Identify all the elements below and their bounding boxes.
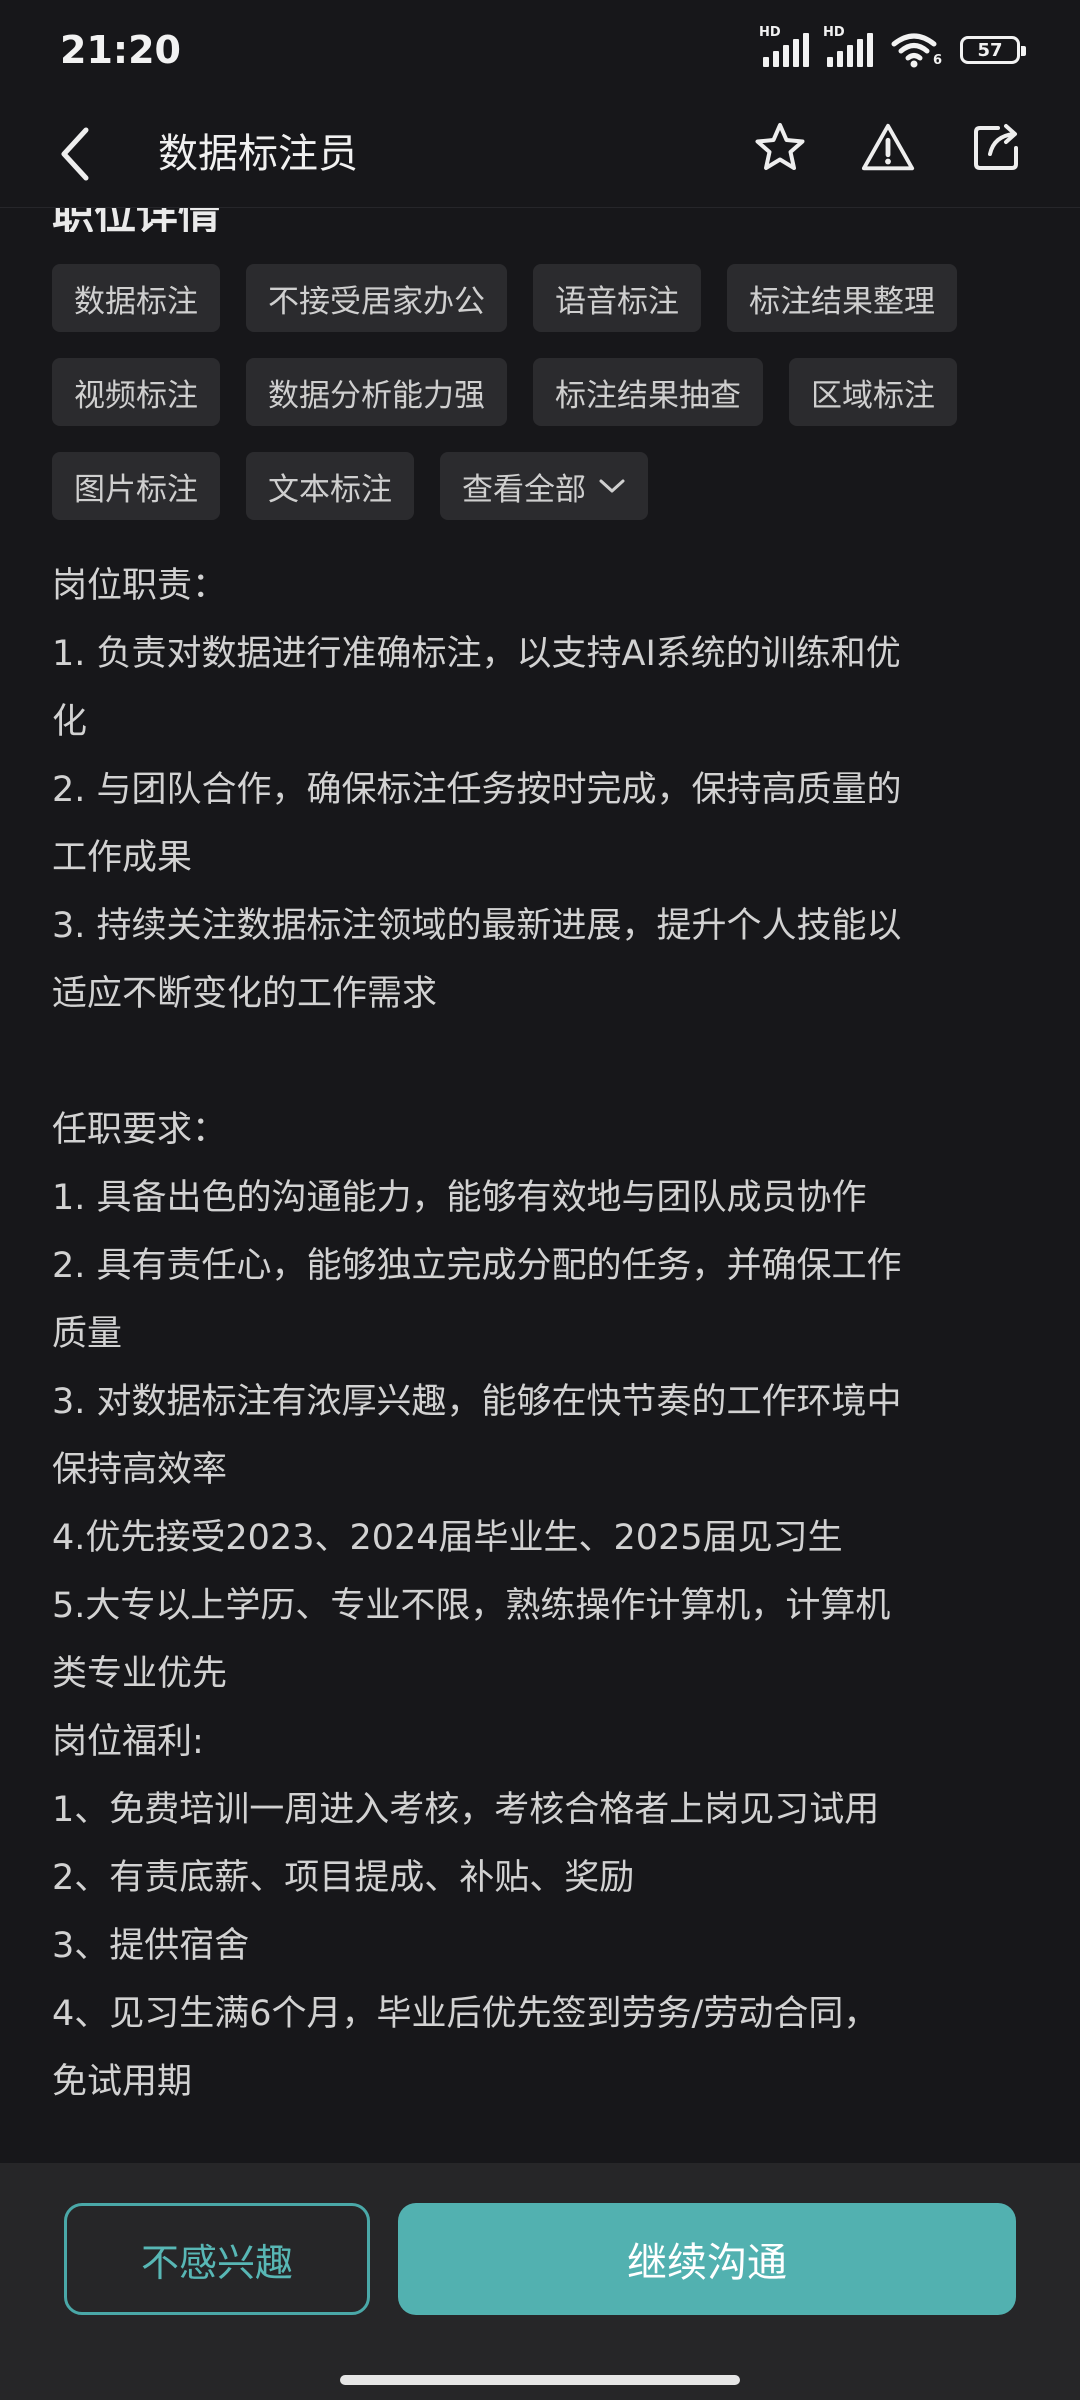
status-icons: HD HD 6 57 — [759, 25, 1026, 68]
tag: 语音标注 — [533, 264, 701, 332]
tag-row: 数据标注 不接受居家办公 语音标注 标注结果整理 — [52, 264, 1032, 332]
benefit-line: 4、见习生满6个月，毕业后优先签到劳务/劳动合同， — [52, 1994, 879, 2034]
tag-row: 图片标注 文本标注 查看全部 — [52, 452, 1032, 520]
tag: 不接受居家办公 — [246, 264, 507, 332]
back-icon[interactable] — [56, 122, 116, 186]
tag: 图片标注 — [52, 452, 220, 520]
continue-chat-button[interactable]: 继续沟通 — [398, 2203, 1016, 2315]
benefit-line: 3、提供宿舍 — [52, 1926, 250, 1966]
benefits-title: 岗位福利: — [52, 1722, 204, 1762]
requirement-line: 2. 具有责任心，能够独立完成分配的任务，并确保工作 — [52, 1246, 902, 1286]
benefit-line: 1、免费培训一周进入考核，考核合格者上岗见习试用 — [52, 1790, 880, 1830]
requirements-title: 任职要求： — [52, 1110, 228, 1150]
duty-line: 适应不断变化的工作需求 — [52, 974, 438, 1014]
wifi-icon: 6 — [891, 32, 942, 68]
tag: 区域标注 — [789, 358, 957, 426]
tag: 标注结果整理 — [727, 264, 957, 332]
chevron-down-icon — [598, 477, 626, 495]
home-indicator[interactable] — [340, 2375, 740, 2385]
battery-icon: 57 — [960, 36, 1026, 64]
signal-icon: HD — [759, 25, 809, 67]
requirement-line: 3. 对数据标注有浓厚兴趣，能够在快节奏的工作环境中 — [52, 1382, 902, 1422]
share-icon[interactable] — [968, 118, 1024, 178]
tag: 标注结果抽查 — [533, 358, 763, 426]
tag: 视频标注 — [52, 358, 220, 426]
duty-line: 3. 持续关注数据标注领域的最新进展，提升个人技能以 — [52, 906, 902, 946]
tag: 数据标注 — [52, 264, 220, 332]
page-title: 数据标注员 — [158, 131, 358, 177]
benefit-line: 免试用期 — [52, 2062, 193, 2102]
benefit-line: 2、有责底薪、项目提成、补贴、奖励 — [52, 1858, 635, 1898]
signal-icon-2: HD — [823, 25, 873, 67]
view-all-label: 查看全部 — [462, 471, 586, 508]
tag: 文本标注 — [246, 452, 414, 520]
duty-line: 工作成果 — [52, 838, 193, 878]
star-icon[interactable] — [752, 118, 808, 178]
duties-title: 岗位职责： — [52, 566, 228, 606]
status-bar: 21:20 HD HD 6 57 — [0, 0, 1080, 100]
duty-line: 1. 负责对数据进行准确标注，以支持AI系统的训练和优 — [52, 634, 901, 674]
duty-line: 化 — [52, 702, 88, 742]
job-description: 岗位职责： 1. 负责对数据进行准确标注，以支持AI系统的训练和优 化 2. 与… — [52, 552, 1032, 2116]
duty-line: 2. 与团队合作，确保标注任务按时完成，保持高质量的 — [52, 770, 902, 810]
requirement-line: 类专业优先 — [52, 1654, 228, 1694]
skill-tags: 数据标注 不接受居家办公 语音标注 标注结果整理 视频标注 数据分析能力强 标注… — [52, 264, 1032, 546]
warning-icon[interactable] — [860, 118, 916, 178]
bottom-action-bar: 不感兴趣 继续沟通 — [0, 2163, 1080, 2400]
requirement-line: 5.大专以上学历、专业不限，熟练操作计算机，计算机 — [52, 1586, 891, 1626]
not-interested-button[interactable]: 不感兴趣 — [64, 2203, 370, 2315]
view-all-tags-button[interactable]: 查看全部 — [440, 452, 648, 520]
tag: 数据分析能力强 — [246, 358, 507, 426]
tag-row: 视频标注 数据分析能力强 标注结果抽查 区域标注 — [52, 358, 1032, 426]
top-nav-bar: 数据标注员 — [0, 100, 1080, 208]
requirement-line: 保持高效率 — [52, 1450, 228, 1490]
nav-actions — [752, 118, 1024, 178]
status-time: 21:20 — [60, 28, 181, 72]
requirement-line: 4.优先接受2023、2024届毕业生、2025届见习生 — [52, 1518, 843, 1558]
requirement-line: 质量 — [52, 1314, 123, 1354]
requirement-line: 1. 具备出色的沟通能力，能够有效地与团队成员协作 — [52, 1178, 867, 1218]
